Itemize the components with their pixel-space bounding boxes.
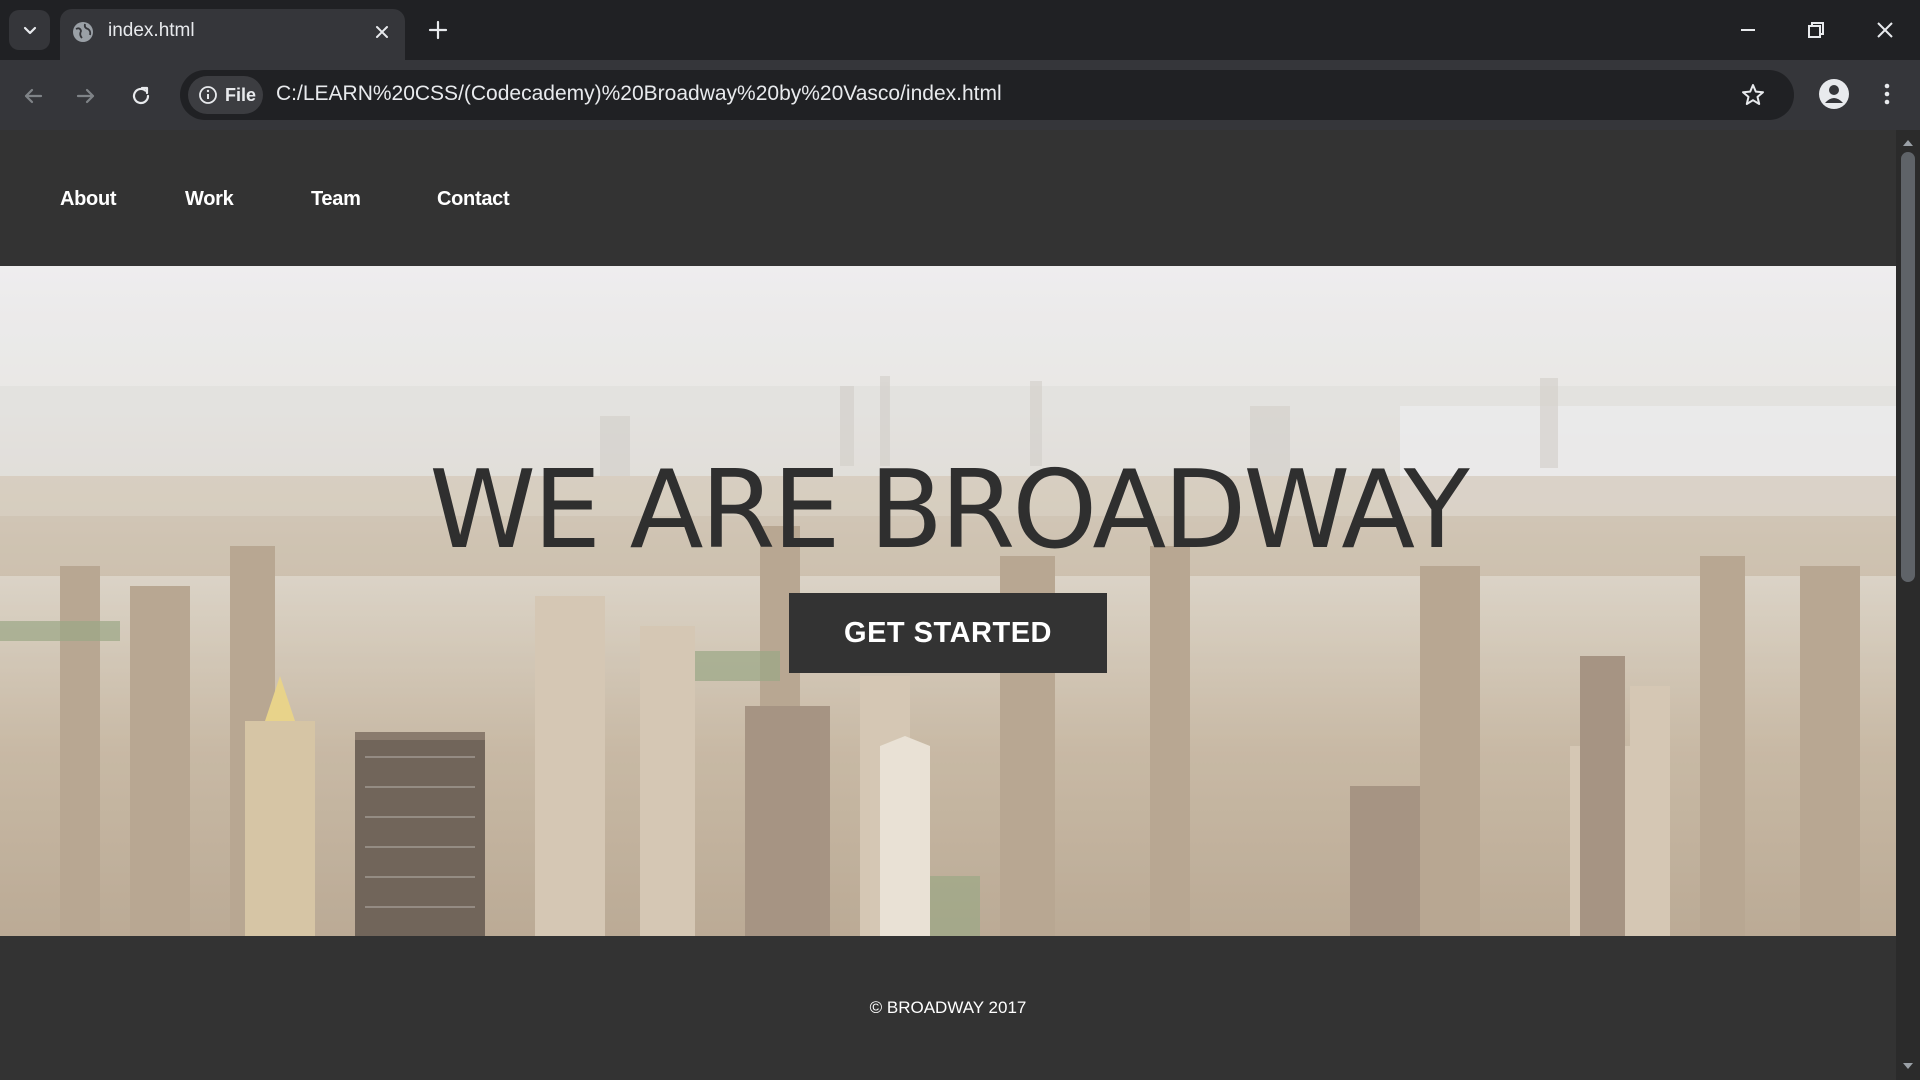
plus-icon[interactable] bbox=[426, 18, 450, 42]
arrow-right-icon[interactable] bbox=[72, 82, 100, 110]
browser-toolbar: File C:/LEARN%20CSS/(Codecademy)%20Broad… bbox=[0, 60, 1920, 130]
nav-link-work[interactable]: Work bbox=[185, 188, 234, 211]
globe-icon bbox=[73, 22, 93, 42]
nav-link-about[interactable]: About bbox=[60, 188, 117, 211]
page-scrollbar[interactable] bbox=[1896, 130, 1920, 1080]
footer-copyright: © BROADWAY 2017 bbox=[869, 998, 1027, 1017]
hero-title: WE ARE BROADWAY bbox=[429, 448, 1469, 574]
browser-tab-strip: index.html bbox=[0, 0, 1920, 60]
chevron-down-icon bbox=[23, 26, 36, 35]
site-info-label: File bbox=[225, 85, 257, 105]
site-info-chip[interactable]: File bbox=[188, 76, 263, 114]
url-text[interactable]: C:/LEARN%20CSS/(Codecademy)%20Broadway%2… bbox=[276, 82, 1002, 106]
info-icon bbox=[199, 86, 217, 104]
kebab-menu-icon[interactable] bbox=[1875, 80, 1899, 108]
arrow-left-icon[interactable] bbox=[19, 82, 47, 110]
site-nav: About Work Team Contact bbox=[0, 130, 1896, 266]
address-bar[interactable]: File C:/LEARN%20CSS/(Codecademy)%20Broad… bbox=[180, 70, 1794, 120]
page-viewport: About Work Team Contact WE ARE BROADWAY … bbox=[0, 130, 1896, 1080]
person-icon[interactable] bbox=[1818, 78, 1850, 110]
window-close-icon[interactable] bbox=[1871, 16, 1899, 44]
scroll-down-arrow-icon[interactable] bbox=[1902, 1062, 1914, 1070]
site-footer: © BROADWAY 2017 bbox=[0, 936, 1896, 1080]
hero-section: WE ARE BROADWAY GET STARTED bbox=[0, 266, 1896, 936]
minimize-icon[interactable] bbox=[1734, 16, 1762, 44]
reload-icon[interactable] bbox=[127, 82, 155, 110]
scrollbar-thumb[interactable] bbox=[1901, 152, 1915, 582]
tab-search-button[interactable] bbox=[9, 10, 50, 50]
star-icon[interactable] bbox=[1740, 82, 1766, 108]
get-started-button[interactable]: GET STARTED bbox=[789, 593, 1107, 673]
tab-title: index.html bbox=[108, 20, 195, 41]
close-icon[interactable] bbox=[372, 22, 392, 42]
nav-link-contact[interactable]: Contact bbox=[437, 188, 510, 211]
restore-icon[interactable] bbox=[1802, 16, 1830, 44]
browser-tab[interactable]: index.html bbox=[60, 9, 405, 60]
nav-link-team[interactable]: Team bbox=[311, 188, 361, 211]
scroll-up-arrow-icon[interactable] bbox=[1902, 139, 1914, 147]
